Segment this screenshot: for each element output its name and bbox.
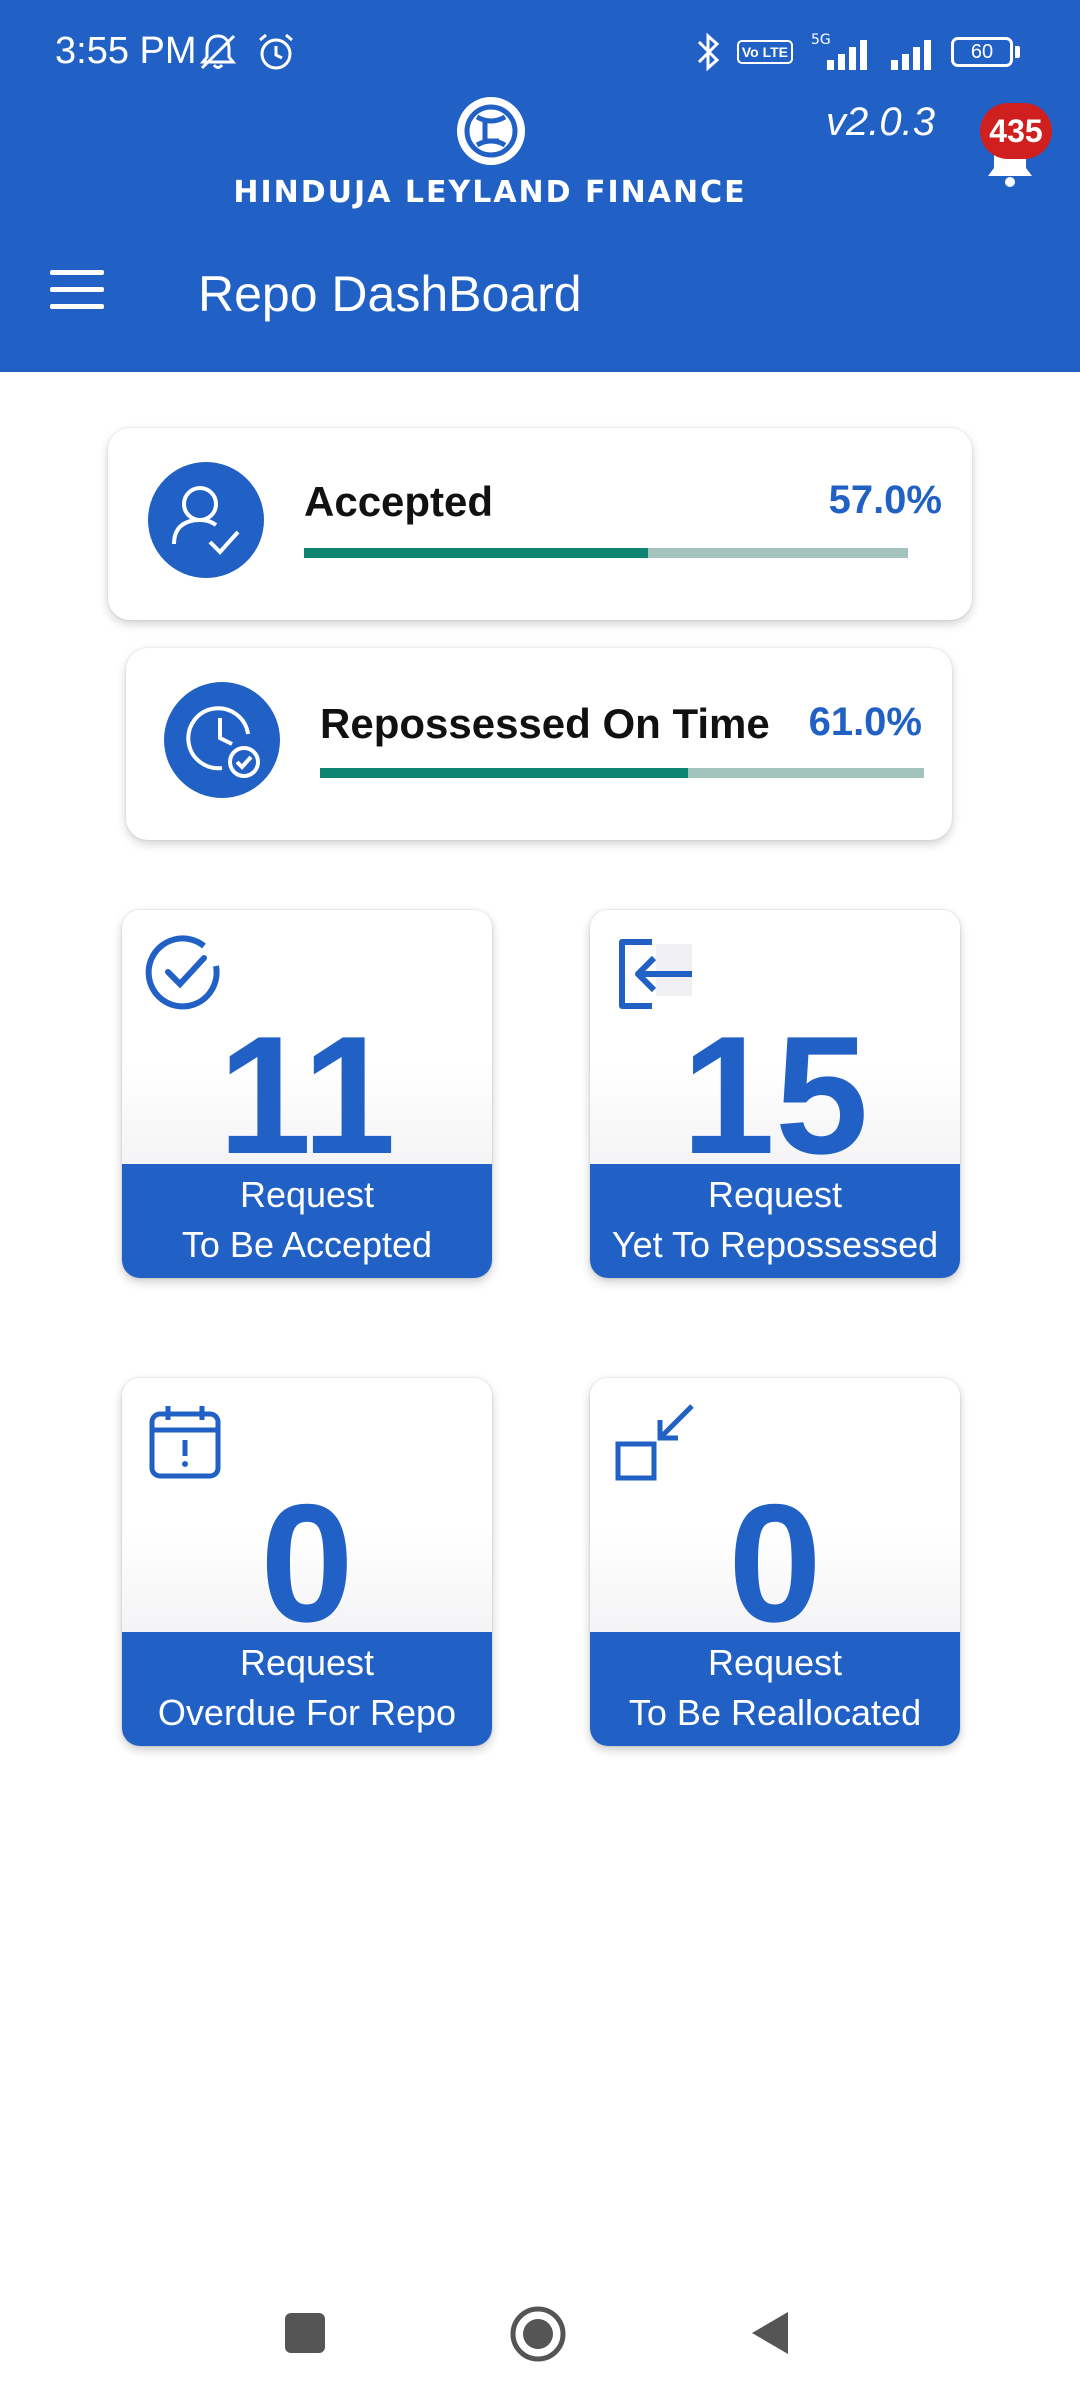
accepted-progress-track bbox=[304, 548, 908, 558]
repossessed-on-time-label: Repossessed On Time bbox=[320, 700, 770, 747]
volte-icon: Vo LTE bbox=[736, 40, 793, 64]
notification-badge[interactable]: 435 bbox=[980, 103, 1052, 159]
app-version: v2.0.3 bbox=[826, 100, 935, 144]
bluetooth-icon bbox=[697, 32, 720, 72]
battery-icon: 60 bbox=[951, 37, 1020, 67]
tile-count: 11 bbox=[218, 1001, 396, 1189]
brand-logo-icon bbox=[457, 97, 525, 165]
repossessed-on-time-progress-card[interactable]: Repossessed On Time 61.0% bbox=[126, 648, 952, 840]
tile-caption: Request Overdue For Repo bbox=[122, 1632, 492, 1746]
tile-count: 0 bbox=[728, 1469, 822, 1657]
tile-caption-line2: To Be Accepted bbox=[181, 1224, 433, 1265]
back-button[interactable] bbox=[748, 2308, 792, 2358]
accepted-label: Accepted bbox=[304, 478, 494, 525]
tile-request-to-be-reallocated[interactable]: 0 Request To Be Reallocated bbox=[590, 1378, 960, 1746]
signal-icon bbox=[891, 40, 931, 70]
tile-caption-line1: Request bbox=[707, 1174, 843, 1215]
tile-request-yet-to-repossessed[interactable]: 15 Request Yet To Repossessed bbox=[590, 910, 960, 1278]
tile-caption-line1: Request bbox=[239, 1642, 375, 1683]
system-nav-bar bbox=[0, 2280, 1080, 2400]
clock-check-icon bbox=[164, 682, 280, 798]
tile-caption: Request Yet To Repossessed bbox=[590, 1164, 960, 1278]
repossessed-on-time-value: 61.0% bbox=[808, 700, 922, 744]
tile-caption-line2: Yet To Repossessed bbox=[611, 1224, 939, 1265]
tile-caption: Request To Be Reallocated bbox=[590, 1632, 960, 1746]
hamburger-menu-icon[interactable] bbox=[50, 270, 104, 314]
tile-caption-line1: Request bbox=[239, 1174, 375, 1215]
app-header: 3:55 PM Vo LTE 5G 60 HINDUJA LEYLAND FIN… bbox=[0, 0, 1080, 372]
recents-button[interactable] bbox=[282, 2310, 328, 2356]
home-button[interactable] bbox=[508, 2304, 568, 2364]
tile-caption-line1: Request bbox=[707, 1642, 843, 1683]
tile-request-to-be-accepted[interactable]: 11 Request To Be Accepted bbox=[122, 910, 492, 1278]
calendar-alert-icon bbox=[149, 1406, 221, 1479]
status-right-icons: Vo LTE 5G 60 bbox=[693, 30, 1020, 74]
arrow-into-box-icon bbox=[615, 1404, 694, 1481]
check-circle-icon bbox=[145, 935, 220, 1010]
status-time: 3:55 PM bbox=[55, 30, 197, 72]
brand: HINDUJA LEYLAND FINANCE bbox=[190, 95, 790, 210]
tile-caption-line2: Overdue For Repo bbox=[157, 1692, 457, 1733]
battery-level: 60 bbox=[951, 37, 1013, 67]
tile-caption-line2: To Be Reallocated bbox=[628, 1692, 922, 1733]
user-check-icon bbox=[148, 462, 264, 578]
tile-request-overdue-for-repo[interactable]: 0 Request Overdue For Repo bbox=[122, 1378, 492, 1746]
repossessed-on-time-progress-fill bbox=[320, 768, 689, 778]
tile-caption: Request To Be Accepted bbox=[122, 1164, 492, 1278]
accepted-value: 57.0% bbox=[828, 478, 942, 522]
brand-name: HINDUJA LEYLAND FINANCE bbox=[233, 175, 747, 210]
repossessed-on-time-progress-track bbox=[320, 768, 924, 778]
accepted-progress-card[interactable]: Accepted 57.0% bbox=[108, 428, 972, 620]
status-left-icons bbox=[196, 30, 298, 74]
tile-count: 15 bbox=[681, 1001, 869, 1189]
status-bar: 3:55 PM Vo LTE 5G 60 bbox=[0, 0, 1080, 100]
mute-icon bbox=[199, 34, 237, 70]
tile-count: 0 bbox=[260, 1469, 354, 1657]
network-label: 5G bbox=[811, 32, 831, 48]
accepted-progress-fill bbox=[304, 548, 649, 558]
page-title: Repo DashBoard bbox=[198, 266, 582, 322]
alarm-icon bbox=[259, 33, 293, 70]
signal-5g-icon: 5G bbox=[811, 32, 867, 70]
